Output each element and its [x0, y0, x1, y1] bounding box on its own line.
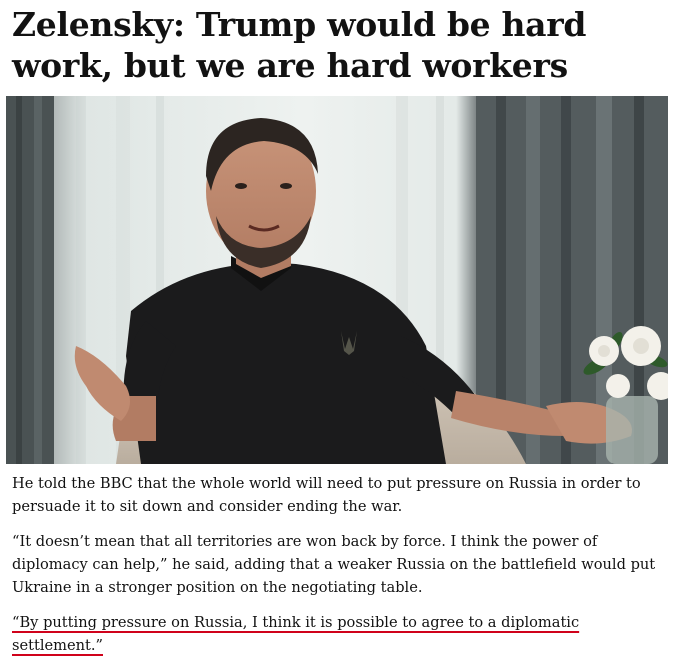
article-photo [6, 96, 668, 464]
article-headline: Zelensky: Trump would be hard work, but … [12, 5, 587, 85]
article-quote-highlighted: “By putting pressure on Russia, I think … [12, 611, 668, 657]
highlighted-quote-text: “By putting pressure on Russia, I think … [12, 614, 580, 654]
article-body: He told the BBC that the whole world wil… [12, 472, 668, 669]
article-paragraph: He told the BBC that the whole world wil… [12, 475, 641, 515]
article-paragraph: “It doesn’t mean that all territories ar… [12, 533, 656, 596]
